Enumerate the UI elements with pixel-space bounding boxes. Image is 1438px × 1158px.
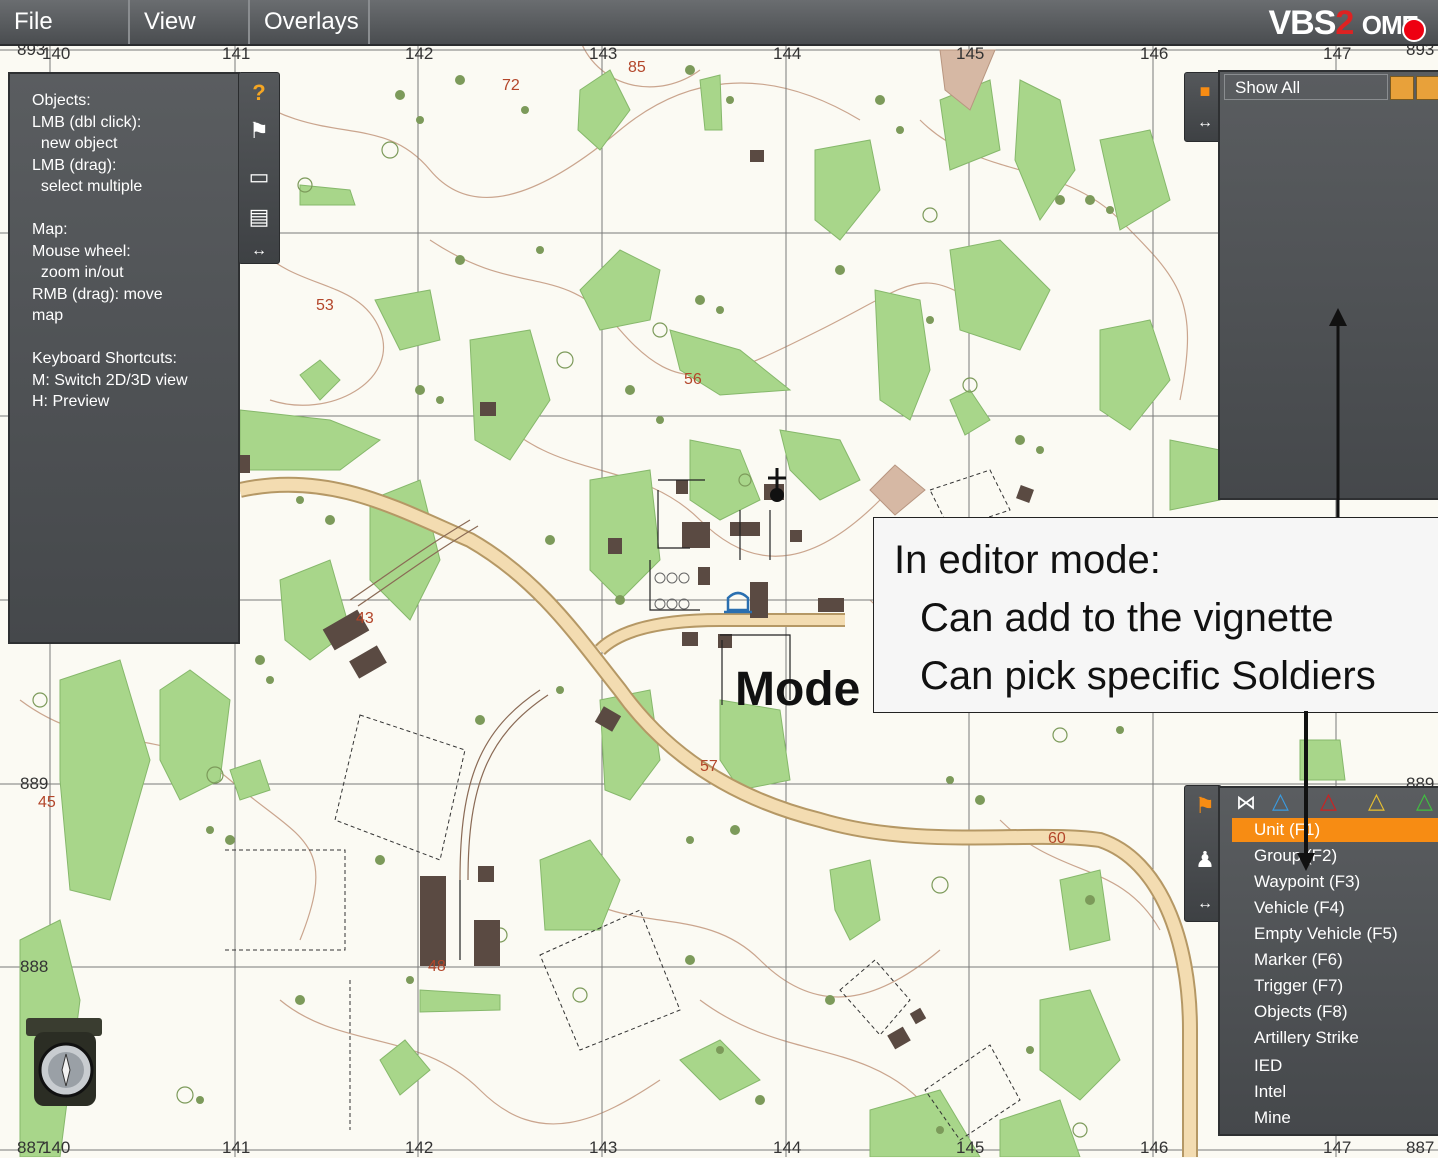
grid-label-143: 143 — [589, 44, 618, 63]
add-unit-icon[interactable]: ⚑ — [245, 117, 273, 145]
compass-icon[interactable] — [22, 1016, 106, 1112]
elevation-label: 48 — [428, 958, 446, 975]
annotation-callout: In editor mode: Can add to the vignette … — [873, 517, 1438, 713]
record-indicator-icon — [1402, 18, 1426, 42]
help-text: Objects: LMB (dbl click): new object LMB… — [32, 92, 188, 410]
menu-bar: File View Overlays VBS2 OME — [0, 0, 1438, 46]
group-icon[interactable]: ⋈ — [1236, 790, 1256, 815]
grid-label-140: 140 — [42, 44, 71, 63]
grid-label-b141: 141 — [222, 1138, 251, 1157]
unit-tool-strip: ⚑ ♟ ↔ — [1184, 785, 1222, 922]
side-independent-icon[interactable]: △ — [1368, 788, 1385, 814]
side-civilian-icon[interactable]: △ — [1416, 788, 1433, 814]
list-item-artillery[interactable]: Artillery Strike — [1254, 1026, 1359, 1050]
grid-label-889: 889 — [20, 774, 49, 793]
mode-label: Mode — [735, 663, 861, 716]
list-item-marker[interactable]: Marker (F6) — [1254, 948, 1343, 972]
grid-label-b145: 145 — [956, 1138, 985, 1157]
grid-label-bottom-right: 887 — [1406, 1138, 1435, 1157]
collapse-arrows-icon[interactable]: ↔ — [245, 237, 273, 265]
grid-label-b144: 144 — [773, 1138, 802, 1157]
grid-label-146: 146 — [1140, 44, 1169, 63]
list-item-ied[interactable]: IED — [1254, 1054, 1282, 1078]
elevation-label: 85 — [628, 59, 646, 76]
elevation-label: 56 — [684, 371, 702, 388]
help-icon[interactable]: ? — [245, 79, 273, 107]
menu-overlays[interactable]: Overlays — [250, 0, 370, 44]
brand-vbs: VBS — [1268, 4, 1336, 42]
elevation-label: 45 — [38, 794, 56, 811]
object-filter-icon[interactable]: ■ — [1191, 77, 1219, 105]
filter-tool-strip: ■ ↔ — [1184, 72, 1222, 142]
grid-label-144: 144 — [773, 44, 802, 63]
grid-label-145: 145 — [956, 44, 985, 63]
list-item-intel[interactable]: Intel — [1254, 1080, 1286, 1104]
grid-label-b146: 146 — [1140, 1138, 1169, 1157]
collapse-arrows-icon[interactable]: ↔ — [1191, 109, 1219, 137]
brand-two: 2 — [1335, 4, 1354, 42]
list-item-vehicle[interactable]: Vehicle (F4) — [1254, 896, 1345, 920]
grid-label-b140: 140 — [42, 1138, 71, 1157]
grid-label-142: 142 — [405, 44, 434, 63]
grid-label-888: 888 — [20, 957, 49, 976]
soldiers-icon[interactable]: ♟ — [1191, 846, 1219, 874]
layers-stack-icon[interactable]: ▤ — [245, 203, 273, 231]
add-unit-icon[interactable]: ⚑ — [1191, 792, 1219, 820]
delete-icon[interactable] — [1416, 76, 1438, 100]
elevation-label: 72 — [502, 77, 520, 94]
callout-line-1: In editor mode: — [894, 538, 1161, 582]
grid-label-141: 141 — [222, 44, 251, 63]
side-opfor-icon[interactable]: △ — [1320, 788, 1337, 814]
help-panel: Objects: LMB (dbl click): new object LMB… — [8, 72, 240, 644]
grid-label-b142: 142 — [405, 1138, 434, 1157]
menu-file[interactable]: File — [0, 0, 130, 44]
list-item-trigger[interactable]: Trigger (F7) — [1254, 974, 1343, 998]
insert-panel: ⋈ △ △ △ △ Unit (F1) Group (F2) Waypoint … — [1218, 786, 1438, 1136]
elevation-label: 43 — [356, 610, 374, 627]
callout-arrow-up — [1329, 308, 1347, 520]
elevation-label: 57 — [700, 758, 718, 775]
layer-icon[interactable]: ▭ — [245, 163, 273, 191]
grid-label-147: 147 — [1323, 44, 1352, 63]
edit-icon[interactable] — [1390, 76, 1414, 100]
grid-label-b143: 143 — [589, 1138, 618, 1157]
callout-line-2: Can add to the vignette — [920, 596, 1334, 640]
list-item-empty-vehicle[interactable]: Empty Vehicle (F5) — [1254, 922, 1398, 946]
list-item-waypoint[interactable]: Waypoint (F3) — [1254, 870, 1360, 894]
list-item-unit[interactable]: Unit (F1) — [1232, 818, 1438, 842]
vbs2-logo: VBS2 OME — [1268, 4, 1426, 43]
callout-arrow-down — [1297, 711, 1315, 871]
show-all-dropdown[interactable]: Show All — [1224, 74, 1388, 100]
elevation-label: 53 — [316, 297, 334, 314]
callout-line-3: Can pick specific Soldiers — [920, 654, 1376, 698]
list-item-mine[interactable]: Mine — [1254, 1106, 1291, 1130]
elevation-label: 60 — [1048, 830, 1066, 847]
collapse-arrows-icon[interactable]: ↔ — [1191, 890, 1219, 918]
list-item-objects[interactable]: Objects (F8) — [1254, 1000, 1348, 1024]
grid-label-b147: 147 — [1323, 1138, 1352, 1157]
editor-tool-strip: ? ⚑ ▭ ▤ ↔ — [238, 72, 280, 264]
menu-view[interactable]: View — [130, 0, 250, 44]
side-blufor-icon[interactable]: △ — [1272, 788, 1289, 814]
